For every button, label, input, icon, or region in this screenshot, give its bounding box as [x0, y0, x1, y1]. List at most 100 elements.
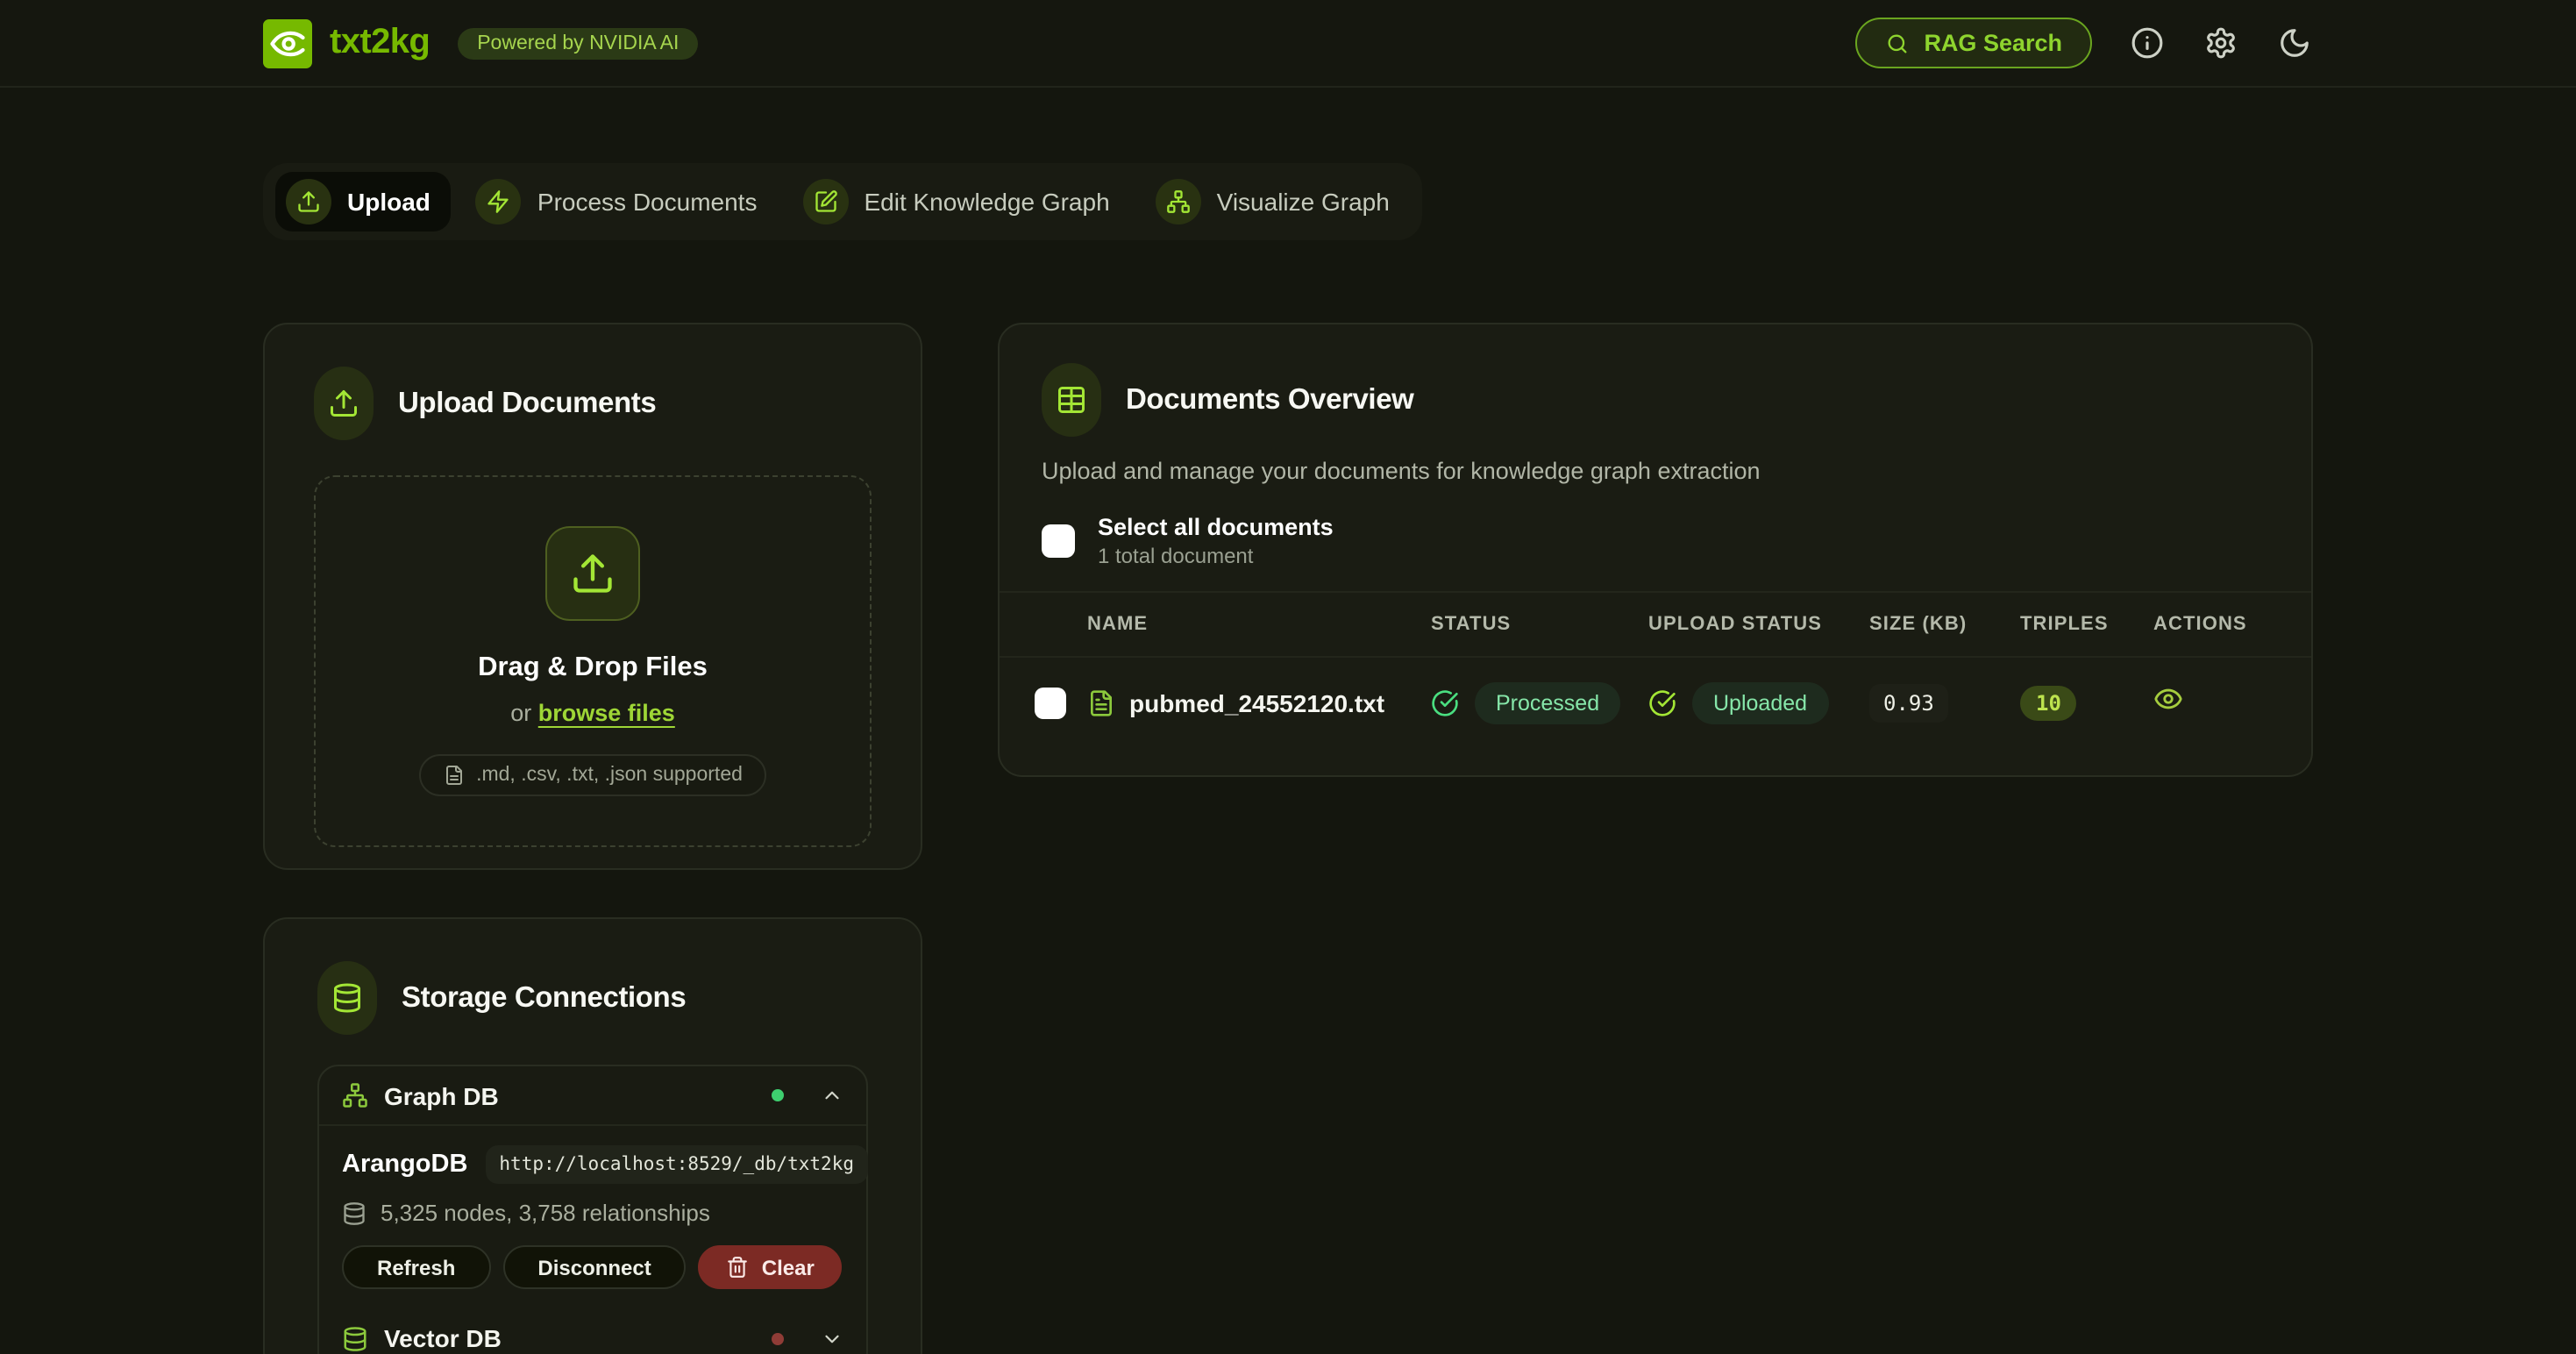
edit-pen-icon	[802, 179, 848, 224]
info-button[interactable]	[2127, 24, 2166, 62]
actions-cell	[2153, 684, 2276, 723]
or-text: or	[510, 700, 531, 726]
graph-stats-row: 5,325 nodes, 3,758 relationships	[342, 1200, 843, 1226]
supported-formats-text: .md, .csv, .txt, .json supported	[476, 765, 743, 786]
dropzone-title: Drag & Drop Files	[478, 652, 708, 684]
graph-db-actions: Refresh Disconnect Clear	[342, 1245, 843, 1289]
moon-icon	[2277, 26, 2310, 60]
graph-db-toggle[interactable]: Graph DB	[319, 1066, 866, 1124]
tab-label: Upload	[347, 188, 431, 216]
nvidia-logo-icon	[263, 18, 312, 68]
col-size: SIZE (KB)	[1869, 614, 2020, 635]
gear-icon	[2203, 26, 2237, 60]
col-status: STATUS	[1431, 614, 1648, 635]
col-triples: TRIPLES	[2020, 614, 2153, 635]
select-all-checkbox[interactable]	[1042, 524, 1075, 558]
upload-documents-card: Upload Documents Drag & Drop Files or br…	[263, 323, 922, 870]
triples-cell: 10	[2020, 686, 2153, 721]
chevron-down-icon	[821, 1327, 843, 1350]
tab-label: Process Documents	[537, 188, 758, 216]
upload-icon	[545, 526, 640, 621]
col-actions: ACTIONS	[2153, 614, 2276, 635]
select-all-label: Select all documents	[1098, 514, 1334, 540]
vector-db-toggle[interactable]: Vector DB	[319, 1305, 866, 1354]
search-icon	[1885, 31, 1910, 55]
overview-subtitle: Upload and manage your documents for kno…	[1000, 458, 2311, 484]
browse-files-link[interactable]: browse files	[538, 700, 675, 726]
disconnected-status-dot	[772, 1332, 784, 1344]
tab-label: Visualize Graph	[1217, 188, 1390, 216]
upload-status-badge: Uploaded	[1692, 682, 1828, 724]
col-name: NAME	[1087, 614, 1431, 635]
documents-overview-card: Documents Overview Upload and manage you…	[998, 323, 2313, 777]
storage-card-header: Storage Connections	[317, 961, 868, 1035]
triples-badge: 10	[2020, 686, 2077, 721]
document-name-cell: pubmed_24552120.txt	[1087, 689, 1431, 717]
eye-icon	[2153, 684, 2183, 714]
storage-accordion: Graph DB ArangoDB http://localhost:8529/…	[317, 1065, 868, 1354]
clear-button[interactable]: Clear	[699, 1245, 843, 1289]
col-upload-status: UPLOAD STATUS	[1648, 614, 1869, 635]
arango-row: ArangoDB http://localhost:8529/_db/txt2k…	[342, 1145, 843, 1184]
tab-process-documents[interactable]: Process Documents	[466, 172, 779, 232]
brand: txt2kg Powered by NVIDIA AI	[263, 18, 698, 68]
table-icon	[1042, 363, 1101, 437]
documents-table: NAME STATUS UPLOAD STATUS SIZE (KB) TRIP…	[1000, 591, 2311, 749]
file-icon	[443, 765, 464, 786]
storage-connections-card: Storage Connections Graph DB ArangoDB ht…	[263, 917, 922, 1354]
brand-name: txt2kg	[330, 23, 430, 63]
view-document-button[interactable]	[2153, 684, 2183, 714]
page: txt2kg Powered by NVIDIA AI RAG Search	[0, 0, 2576, 1354]
trash-icon	[727, 1256, 750, 1279]
status-badge: Processed	[1475, 682, 1620, 724]
file-text-icon	[1087, 689, 1115, 717]
status-cell: Processed	[1431, 682, 1648, 724]
storage-card-title: Storage Connections	[402, 981, 686, 1015]
database-icon	[317, 961, 377, 1035]
graph-db-label: Graph DB	[384, 1081, 499, 1109]
size-cell: 0.93	[1869, 684, 2020, 723]
tab-visualize-graph[interactable]: Visualize Graph	[1145, 172, 1411, 232]
upload-status-cell: Uploaded	[1648, 682, 1869, 724]
upload-icon	[286, 179, 331, 224]
graph-network-icon	[1156, 179, 1201, 224]
rag-search-button[interactable]: RAG Search	[1855, 18, 2092, 68]
info-icon	[2130, 26, 2163, 60]
tab-upload[interactable]: Upload	[275, 172, 452, 232]
settings-button[interactable]	[2201, 24, 2239, 62]
top-bar: txt2kg Powered by NVIDIA AI RAG Search	[0, 0, 2576, 88]
chevron-up-icon	[821, 1084, 843, 1107]
clear-button-label: Clear	[762, 1255, 815, 1279]
powered-by-badge: Powered by NVIDIA AI	[458, 27, 698, 59]
arango-db-name: ArangoDB	[342, 1151, 467, 1179]
check-circle-icon	[1648, 689, 1676, 717]
file-dropzone[interactable]: Drag & Drop Files or browse files .md, .…	[314, 475, 872, 847]
row-checkbox[interactable]	[1035, 688, 1066, 719]
table-row: pubmed_24552120.txt Processed Uploaded 0…	[1000, 658, 2311, 749]
database-icon	[342, 1325, 368, 1351]
theme-toggle-button[interactable]	[2274, 24, 2313, 62]
size-value: 0.93	[1869, 684, 1948, 723]
connected-status-dot	[772, 1089, 784, 1101]
overview-card-header: Documents Overview	[1000, 363, 2311, 437]
total-documents-label: 1 total document	[1098, 544, 1334, 568]
document-name: pubmed_24552120.txt	[1129, 689, 1384, 717]
overview-card-title: Documents Overview	[1126, 383, 1413, 417]
tab-label: Edit Knowledge Graph	[864, 188, 1109, 216]
graph-db-details: ArangoDB http://localhost:8529/_db/txt2k…	[319, 1126, 866, 1305]
arango-db-url: http://localhost:8529/_db/txt2kg	[485, 1145, 868, 1184]
disconnect-button[interactable]: Disconnect	[502, 1245, 686, 1289]
select-all-row: Select all documents 1 total document	[1000, 514, 2311, 568]
upload-card-title: Upload Documents	[398, 387, 656, 420]
dropzone-subtext: or browse files	[510, 700, 675, 726]
refresh-button[interactable]: Refresh	[342, 1245, 490, 1289]
zap-icon	[476, 179, 522, 224]
table-header-row: NAME STATUS UPLOAD STATUS SIZE (KB) TRIP…	[1000, 591, 2311, 658]
graph-stats-text: 5,325 nodes, 3,758 relationships	[381, 1200, 710, 1226]
select-all-text: Select all documents 1 total document	[1098, 514, 1334, 568]
main-tabs: Upload Process Documents Edit Knowledge …	[263, 163, 1423, 240]
tab-edit-knowledge-graph[interactable]: Edit Knowledge Graph	[792, 172, 1130, 232]
check-circle-icon	[1431, 689, 1459, 717]
supported-formats-pill: .md, .csv, .txt, .json supported	[418, 754, 767, 796]
database-icon	[342, 1201, 366, 1225]
